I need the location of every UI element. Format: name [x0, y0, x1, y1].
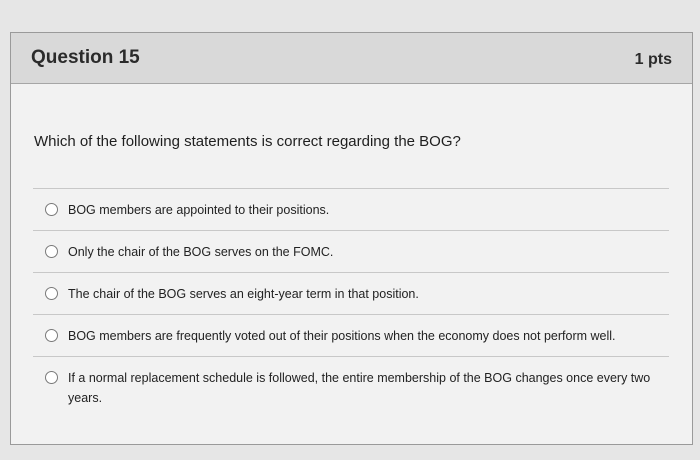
answer-label: Only the chair of the BOG serves on the … — [68, 245, 334, 259]
answer-option-4[interactable]: BOG members are frequently voted out of … — [33, 314, 669, 356]
radio-button[interactable] — [45, 371, 58, 384]
question-card: Question 15 1 pts Which of the following… — [10, 32, 693, 445]
question-title: Question 15 — [31, 47, 140, 68]
answer-label: If a normal replacement schedule is foll… — [68, 371, 651, 405]
radio-button[interactable] — [45, 287, 58, 300]
answer-option-5[interactable]: If a normal replacement schedule is foll… — [33, 356, 669, 416]
answer-label: The chair of the BOG serves an eight-yea… — [68, 287, 419, 301]
answer-option-1[interactable]: BOG members are appointed to their posit… — [33, 188, 669, 230]
question-header: Question 15 1 pts — [11, 33, 692, 84]
question-prompt: Which of the following statements is cor… — [34, 133, 461, 150]
radio-button[interactable] — [45, 203, 58, 216]
radio-button[interactable] — [45, 245, 58, 258]
answer-list: BOG members are appointed to their posit… — [33, 188, 669, 416]
answer-label: BOG members are frequently voted out of … — [68, 329, 616, 343]
answer-option-3[interactable]: The chair of the BOG serves an eight-yea… — [33, 272, 669, 314]
answer-label: BOG members are appointed to their posit… — [68, 203, 330, 217]
radio-button[interactable] — [45, 329, 58, 342]
answer-option-2[interactable]: Only the chair of the BOG serves on the … — [33, 230, 669, 272]
question-points: 1 pts — [634, 51, 672, 68]
